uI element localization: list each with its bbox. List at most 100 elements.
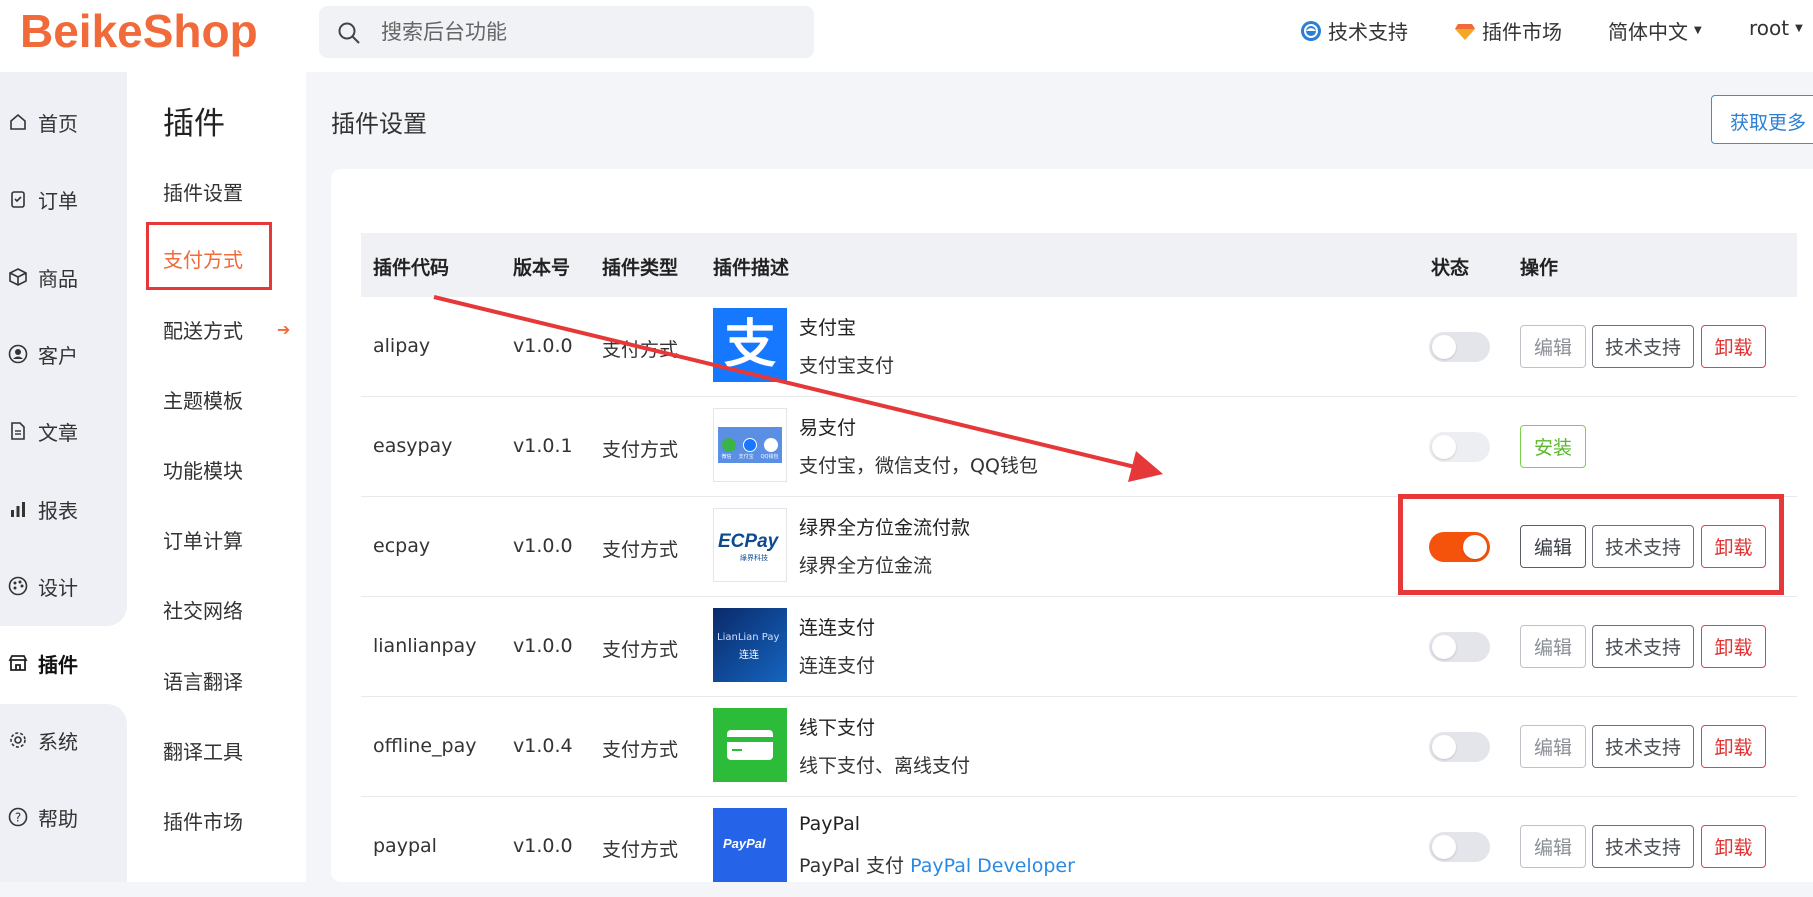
card-icon	[727, 730, 773, 760]
language-dropdown[interactable]: 简体中文 ▼	[1608, 16, 1702, 45]
nav-orders[interactable]: 订单	[8, 179, 78, 219]
plugin-sidebar: 插件 插件设置 支付方式 配送方式 主题模板 功能模块 订单计算 社交网络 语言…	[127, 72, 306, 882]
globe-icon	[1301, 20, 1321, 41]
search-bar[interactable]	[319, 6, 814, 58]
user-name: root	[1749, 16, 1790, 40]
help-icon: ?	[8, 807, 28, 827]
edit-button[interactable]: 编辑	[1520, 825, 1586, 868]
nav-home[interactable]: 首页	[8, 102, 78, 142]
uninstall-button[interactable]: 卸载	[1701, 625, 1766, 668]
header-status: 状态	[1431, 257, 1470, 279]
table-header: 插件代码 版本号 插件类型 插件描述 状态 操作	[361, 233, 1797, 297]
sidebar-item-shipping[interactable]: 配送方式	[163, 315, 243, 344]
nav-customers[interactable]: 客户	[8, 334, 78, 374]
brand-logo[interactable]: BeikeShop	[20, 4, 258, 58]
status-toggle[interactable]	[1429, 832, 1490, 862]
annotation-box-payment	[146, 222, 272, 290]
language-label: 简体中文	[1608, 20, 1688, 44]
plugin-name: 支付宝	[799, 317, 857, 339]
plugin-code: offline_pay	[373, 735, 477, 757]
tech-support-link[interactable]: 技术支持	[1300, 16, 1408, 45]
support-button[interactable]: 技术支持	[1592, 625, 1694, 668]
plugin-type: 支付方式	[602, 339, 679, 361]
alipay-logo: 支	[713, 308, 787, 382]
user-menu[interactable]: root ▼	[1749, 16, 1803, 40]
offline-pay-logo	[713, 708, 787, 782]
edit-button[interactable]: 编辑	[1520, 325, 1586, 368]
status-toggle[interactable]	[1429, 732, 1490, 762]
plugin-code: lianlianpay	[373, 635, 477, 657]
plugin-code: ecpay	[373, 535, 431, 557]
home-icon	[10, 113, 26, 130]
nav-help[interactable]: ? 帮助	[8, 797, 78, 837]
uninstall-button[interactable]: 卸载	[1701, 725, 1766, 768]
plugin-type: 支付方式	[602, 739, 679, 761]
paypal-logo: PayPal	[713, 808, 787, 882]
user-icon	[8, 344, 28, 364]
uninstall-button[interactable]: 卸载	[1701, 325, 1766, 368]
box-icon	[9, 268, 27, 286]
svg-text:?: ?	[15, 811, 21, 825]
header-desc: 插件描述	[713, 257, 790, 279]
sidebar-item-plugin-settings[interactable]: 插件设置	[163, 177, 243, 206]
sidebar-item-order-totals[interactable]: 订单计算	[163, 525, 243, 554]
chart-icon	[11, 502, 25, 517]
sidebar-title: 插件	[163, 106, 225, 142]
nav-design[interactable]: 设计	[8, 566, 78, 606]
support-button[interactable]: 技术支持	[1592, 725, 1694, 768]
arrow-right-icon: ➔	[277, 320, 291, 339]
header-ops: 操作	[1520, 257, 1559, 279]
easypay-logo: 微信 支付宝 QQ钱包	[713, 408, 787, 482]
plugin-desc: PayPal 支付 PayPal Developer	[799, 855, 1075, 877]
search-input[interactable]	[381, 6, 801, 58]
table-row: offline_pay v1.0.4 支付方式 线下支付 线下支付、离线支付 编…	[361, 697, 1797, 797]
nav-products[interactable]: 商品	[8, 257, 78, 297]
sidebar-item-language[interactable]: 语言翻译	[163, 666, 243, 695]
plugin-name: PayPal	[799, 813, 861, 835]
table-row: alipay v1.0.0 支付方式 支 支付宝 支付宝支付 编辑 技术支持 卸…	[361, 297, 1797, 397]
ecpay-logo: ECPay 綠界科技	[713, 508, 787, 582]
plugin-type: 支付方式	[602, 839, 679, 861]
table-row: paypal v1.0.0 支付方式 PayPal PayPal PayPal …	[361, 797, 1797, 897]
edit-button[interactable]: 编辑	[1520, 625, 1586, 668]
plugin-desc: 支付宝，微信支付，QQ钱包	[799, 455, 1038, 477]
sidebar-item-themes[interactable]: 主题模板	[163, 385, 243, 414]
table-row: easypay v1.0.1 支付方式 微信 支付宝 QQ钱包 易支付 支付宝，微信…	[361, 397, 1797, 497]
install-button[interactable]: 安装	[1520, 425, 1586, 468]
tech-support-label: 技术支持	[1328, 20, 1408, 44]
diamond-icon	[1455, 23, 1475, 40]
get-more-button[interactable]: 获取更多	[1711, 95, 1813, 144]
plugin-market-label: 插件市场	[1482, 20, 1562, 44]
status-toggle[interactable]	[1429, 332, 1490, 362]
plugin-version: v1.0.0	[513, 335, 573, 357]
plugin-version: v1.0.0	[513, 835, 573, 857]
document-icon	[11, 422, 25, 440]
sidebar-item-social[interactable]: 社交网络	[163, 595, 243, 624]
plugin-version: v1.0.1	[513, 435, 573, 457]
plugin-name: 绿界全方位金流付款	[799, 517, 971, 539]
sidebar-item-market[interactable]: 插件市场	[163, 806, 243, 835]
store-icon	[8, 655, 28, 671]
page-title: 插件设置	[331, 110, 427, 138]
caret-down-icon: ▼	[1694, 25, 1702, 36]
support-button[interactable]: 技术支持	[1592, 325, 1694, 368]
caret-down-icon: ▼	[1795, 22, 1803, 34]
paypal-developer-link[interactable]: PayPal Developer	[910, 855, 1075, 877]
sidebar-item-translator[interactable]: 翻译工具	[163, 736, 243, 765]
plugin-market-link[interactable]: 插件市场	[1454, 16, 1562, 45]
gear-icon	[10, 732, 26, 748]
status-toggle[interactable]	[1429, 632, 1490, 662]
edit-button[interactable]: 编辑	[1520, 725, 1586, 768]
plugin-version: v1.0.0	[513, 635, 573, 657]
nav-system[interactable]: 系统	[8, 720, 78, 760]
plugin-desc: 连连支付	[799, 655, 876, 677]
plugin-name: 线下支付	[799, 717, 876, 739]
support-button[interactable]: 技术支持	[1592, 825, 1694, 868]
nav-articles[interactable]: 文章	[8, 411, 78, 451]
uninstall-button[interactable]: 卸载	[1701, 825, 1766, 868]
nav-reports[interactable]: 报表	[8, 489, 78, 529]
header-code: 插件代码	[373, 257, 450, 279]
annotation-box-ecpay	[1398, 494, 1784, 595]
sidebar-item-modules[interactable]: 功能模块	[163, 455, 243, 484]
nav-plugins[interactable]: 插件	[8, 643, 78, 683]
